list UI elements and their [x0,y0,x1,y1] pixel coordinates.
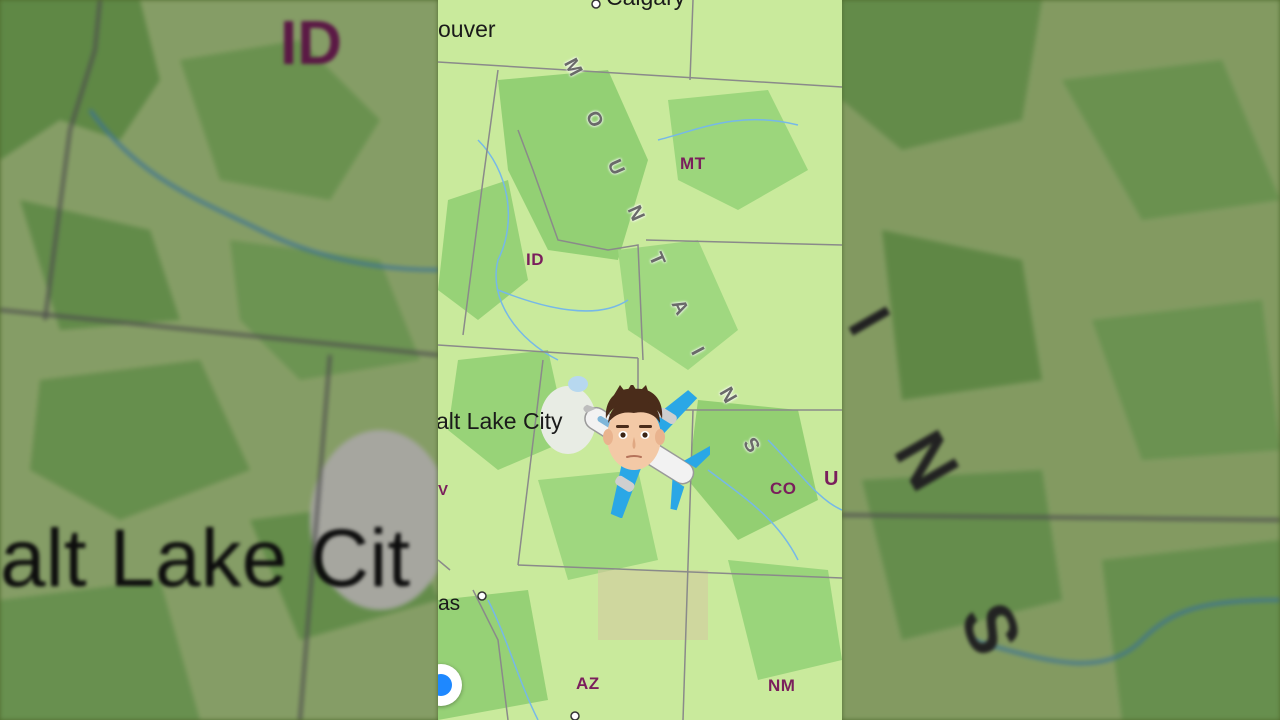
partial-label-nv: V [438,482,449,499]
city-label-calgary[interactable]: Calgary [606,0,685,11]
right-blurred-terrain [842,0,1280,720]
city-label-vancouver[interactable]: ouver [438,16,496,43]
map-view[interactable]: Calgary ouver alt Lake City as V MT ID C… [438,0,842,720]
state-label-az[interactable]: AZ [576,674,600,694]
city-label-salt-lake-city[interactable]: alt Lake City [438,408,563,435]
right-blurred-panel: I N S [842,0,1280,720]
left-state-label: ID [280,9,342,78]
state-label-co[interactable]: CO [770,479,797,499]
state-label-nm[interactable]: NM [768,676,795,696]
memoji-man-face [603,385,665,470]
state-label-mt[interactable]: MT [680,154,706,174]
state-label-id[interactable]: ID [526,250,544,270]
state-label-ut-partial: U [824,468,839,490]
left-city-label: alt Lake Cit [0,513,411,604]
map-terrain [438,0,842,720]
left-blurred-panel: ID alt Lake Cit [0,0,438,720]
left-blurred-terrain [0,0,438,720]
city-label-las-vegas[interactable]: as [438,592,460,616]
